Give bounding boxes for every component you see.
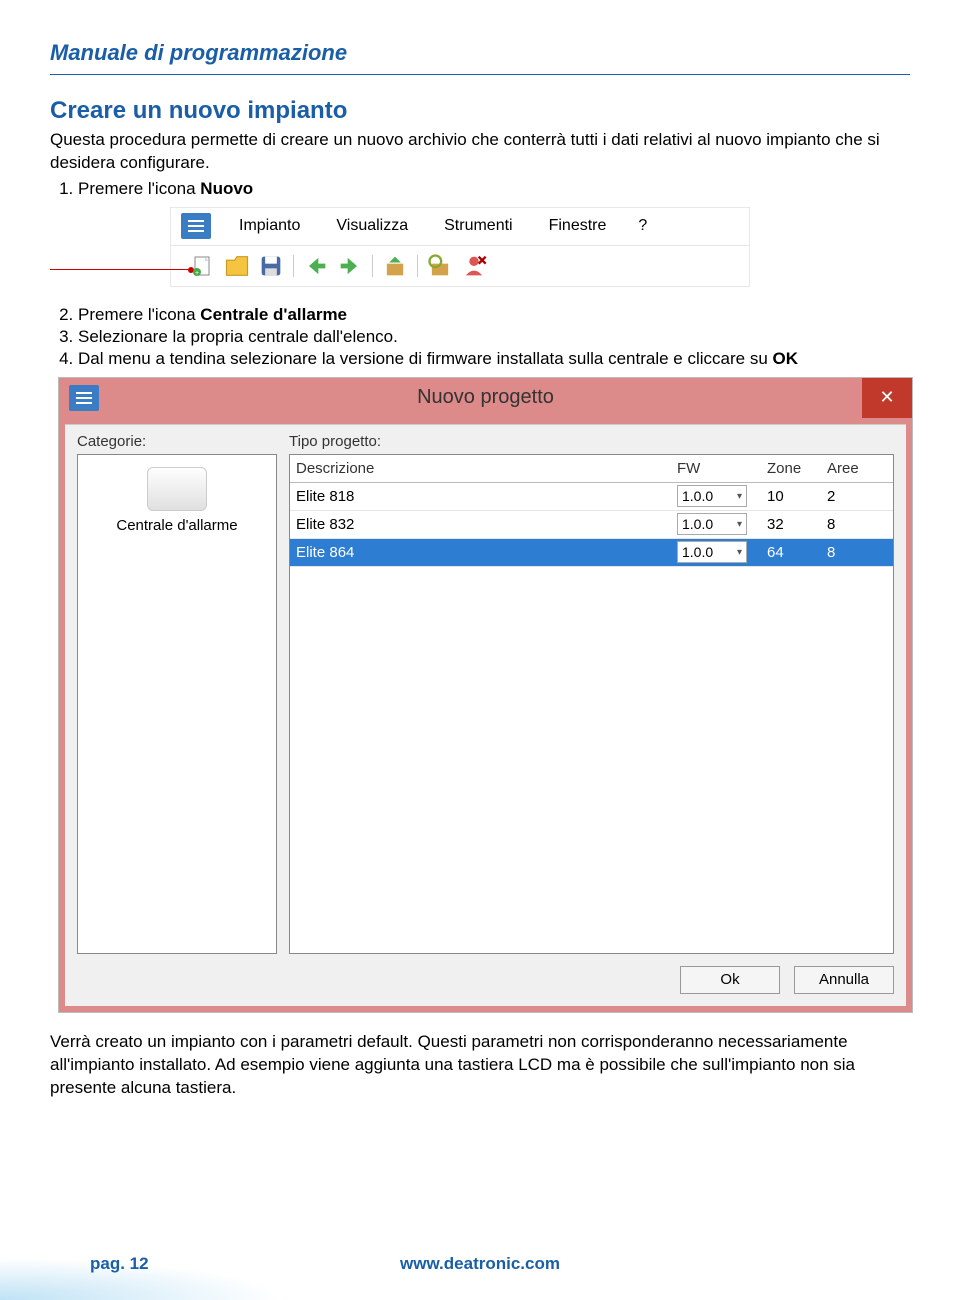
refresh-package-icon[interactable]: [426, 252, 454, 280]
closing-paragraph: Verrà creato un impianto con i parametri…: [50, 1031, 910, 1100]
dialog-button-row: Ok Annulla: [77, 966, 894, 994]
type-row[interactable]: Elite 8181.0.0▾ 102: [290, 483, 893, 511]
dialog-title: Nuovo progetto: [109, 386, 862, 409]
section-title: Creare un nuovo impianto: [50, 97, 910, 125]
cancel-button[interactable]: Annulla: [794, 966, 894, 994]
row-aree: 8: [827, 516, 887, 533]
user-delete-icon[interactable]: [460, 252, 488, 280]
step-1-bold: Nuovo: [200, 179, 253, 198]
dialog-titlebar: Nuovo progetto ✕: [59, 378, 912, 418]
category-item[interactable]: Centrale d'allarme: [86, 467, 268, 534]
app-menu-button[interactable]: [181, 213, 211, 239]
toolbar-screenshot: Impianto Visualizza Strumenti Finestre ?…: [170, 207, 750, 287]
step-2-bold: Centrale d'allarme: [200, 305, 347, 324]
category-item-label: Centrale d'allarme: [86, 517, 268, 534]
type-row[interactable]: Elite 8641.0.0▾ 648: [290, 539, 893, 567]
step-1: Premere l'icona Nuovo: [78, 179, 910, 199]
fw-select[interactable]: 1.0.0▾: [677, 485, 747, 507]
alarm-panel-icon: [147, 467, 207, 511]
document-title: Manuale di programmazione: [50, 40, 910, 66]
dialog-menu-button[interactable]: [69, 385, 99, 411]
toolbar-separator: [293, 255, 294, 277]
title-divider: [50, 74, 910, 75]
step-2-text: Premere l'icona: [78, 305, 200, 324]
steps-list: Premere l'icona Nuovo: [78, 179, 910, 199]
document-page: Manuale di programmazione Creare un nuov…: [0, 0, 960, 1300]
categories-list[interactable]: Centrale d'allarme: [77, 454, 277, 954]
icon-toolbar: +: [171, 246, 749, 286]
footer-url: www.deatronic.com: [0, 1254, 960, 1274]
dialog-body: Categorie: Centrale d'allarme Tipo proge…: [65, 424, 906, 1006]
row-zone: 64: [767, 544, 827, 561]
toolbar-separator: [417, 255, 418, 277]
callout-arrow: [50, 269, 190, 270]
row-desc: Elite 832: [296, 516, 677, 533]
menu-help[interactable]: ?: [624, 217, 661, 235]
menu-impianto[interactable]: Impianto: [221, 217, 318, 235]
step-4-text: Dal menu a tendina selezionare la versio…: [78, 349, 773, 368]
step-4-bold: OK: [773, 349, 799, 368]
header-aree: Aree: [827, 460, 887, 477]
step-1-text: Premere l'icona: [78, 179, 200, 198]
step-2: Premere l'icona Centrale d'allarme: [78, 305, 910, 325]
chevron-down-icon: ▾: [737, 547, 742, 558]
app-toolbar: Impianto Visualizza Strumenti Finestre ?…: [170, 207, 750, 287]
back-arrow-icon[interactable]: [302, 252, 330, 280]
fw-select[interactable]: 1.0.0▾: [677, 513, 747, 535]
menu-strumenti[interactable]: Strumenti: [426, 217, 530, 235]
new-file-icon[interactable]: +: [189, 252, 217, 280]
row-aree: 2: [827, 488, 887, 505]
categories-label: Categorie:: [77, 433, 277, 450]
open-folder-icon[interactable]: [223, 252, 251, 280]
project-type-list[interactable]: Descrizione FW Zone Aree Elite 8181.0.0▾…: [289, 454, 894, 954]
close-icon[interactable]: ✕: [862, 378, 912, 418]
chevron-down-icon: ▾: [737, 519, 742, 530]
new-project-dialog: Nuovo progetto ✕ Categorie: Centrale d'a…: [58, 377, 913, 1013]
fw-select[interactable]: 1.0.0▾: [677, 541, 747, 563]
header-fw: FW: [677, 460, 767, 477]
type-row[interactable]: Elite 8321.0.0▾ 328: [290, 511, 893, 539]
ok-button[interactable]: Ok: [680, 966, 780, 994]
menu-visualizza[interactable]: Visualizza: [318, 217, 426, 235]
header-desc: Descrizione: [296, 460, 677, 477]
svg-text:+: +: [195, 270, 199, 277]
header-zone: Zone: [767, 460, 827, 477]
row-zone: 10: [767, 488, 827, 505]
save-icon[interactable]: [257, 252, 285, 280]
project-type-label: Tipo progetto:: [289, 433, 894, 450]
chevron-down-icon: ▾: [737, 491, 742, 502]
step-4: Dal menu a tendina selezionare la versio…: [78, 349, 910, 369]
row-desc: Elite 818: [296, 488, 677, 505]
categories-column: Categorie: Centrale d'allarme: [77, 433, 277, 954]
project-type-column: Tipo progetto: Descrizione FW Zone Aree …: [289, 433, 894, 954]
row-zone: 32: [767, 516, 827, 533]
menu-bar: Impianto Visualizza Strumenti Finestre ?: [171, 208, 749, 246]
toolbar-separator: [372, 255, 373, 277]
type-list-header: Descrizione FW Zone Aree: [290, 455, 893, 483]
page-footer: pag. 12 www.deatronic.com: [0, 1220, 960, 1300]
step-3: Selezionare la propria centrale dall'ele…: [78, 327, 910, 347]
row-aree: 8: [827, 544, 887, 561]
intro-paragraph: Questa procedura permette di creare un n…: [50, 129, 910, 175]
upload-package-icon[interactable]: [381, 252, 409, 280]
row-desc: Elite 864: [296, 544, 677, 561]
forward-arrow-icon[interactable]: [336, 252, 364, 280]
menu-finestre[interactable]: Finestre: [531, 217, 625, 235]
steps-list-continued: Premere l'icona Centrale d'allarme Selez…: [78, 305, 910, 369]
